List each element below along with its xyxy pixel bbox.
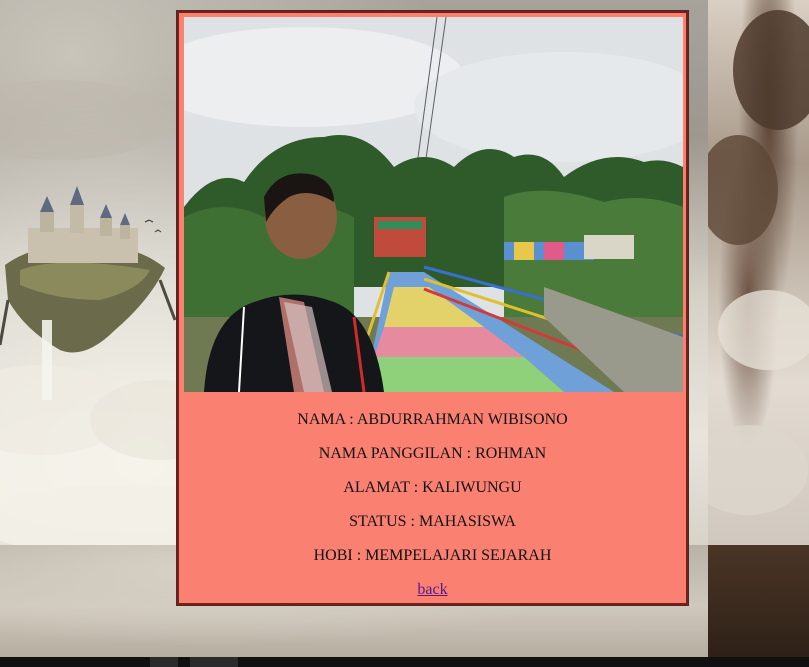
taskbar-app-icon[interactable]: [150, 657, 178, 667]
background-dark-lower: [708, 545, 809, 667]
profile-address: ALAMAT : KALIWUNGU: [343, 479, 522, 496]
os-taskbar: [0, 657, 809, 667]
profile-name: NAMA : ABDURRAHMAN WIBISONO: [297, 411, 568, 428]
back-link[interactable]: back: [417, 573, 447, 607]
taskbar-app-icon[interactable]: [190, 657, 238, 667]
profile-card: NAMA : ABDURRAHMAN WIBISONO NAMA PANGGIL…: [177, 11, 688, 605]
profile-status: STATUS : MAHASISWA: [349, 513, 516, 530]
page-stage: NAMA : ABDURRAHMAN WIBISONO NAMA PANGGIL…: [0, 0, 809, 667]
profile-photo: [184, 17, 683, 392]
smoke-cloud-illustration: [688, 10, 809, 515]
profile-nickname: NAMA PANGGILAN : ROHMAN: [318, 445, 547, 462]
profile-photo-image: [184, 17, 683, 392]
profile-info: NAMA : ABDURRAHMAN WIBISONO NAMA PANGGIL…: [179, 403, 686, 607]
profile-hobby: HOBI : MEMPELAJARI SEJARAH: [313, 547, 552, 564]
background-sky-right: [688, 0, 809, 545]
